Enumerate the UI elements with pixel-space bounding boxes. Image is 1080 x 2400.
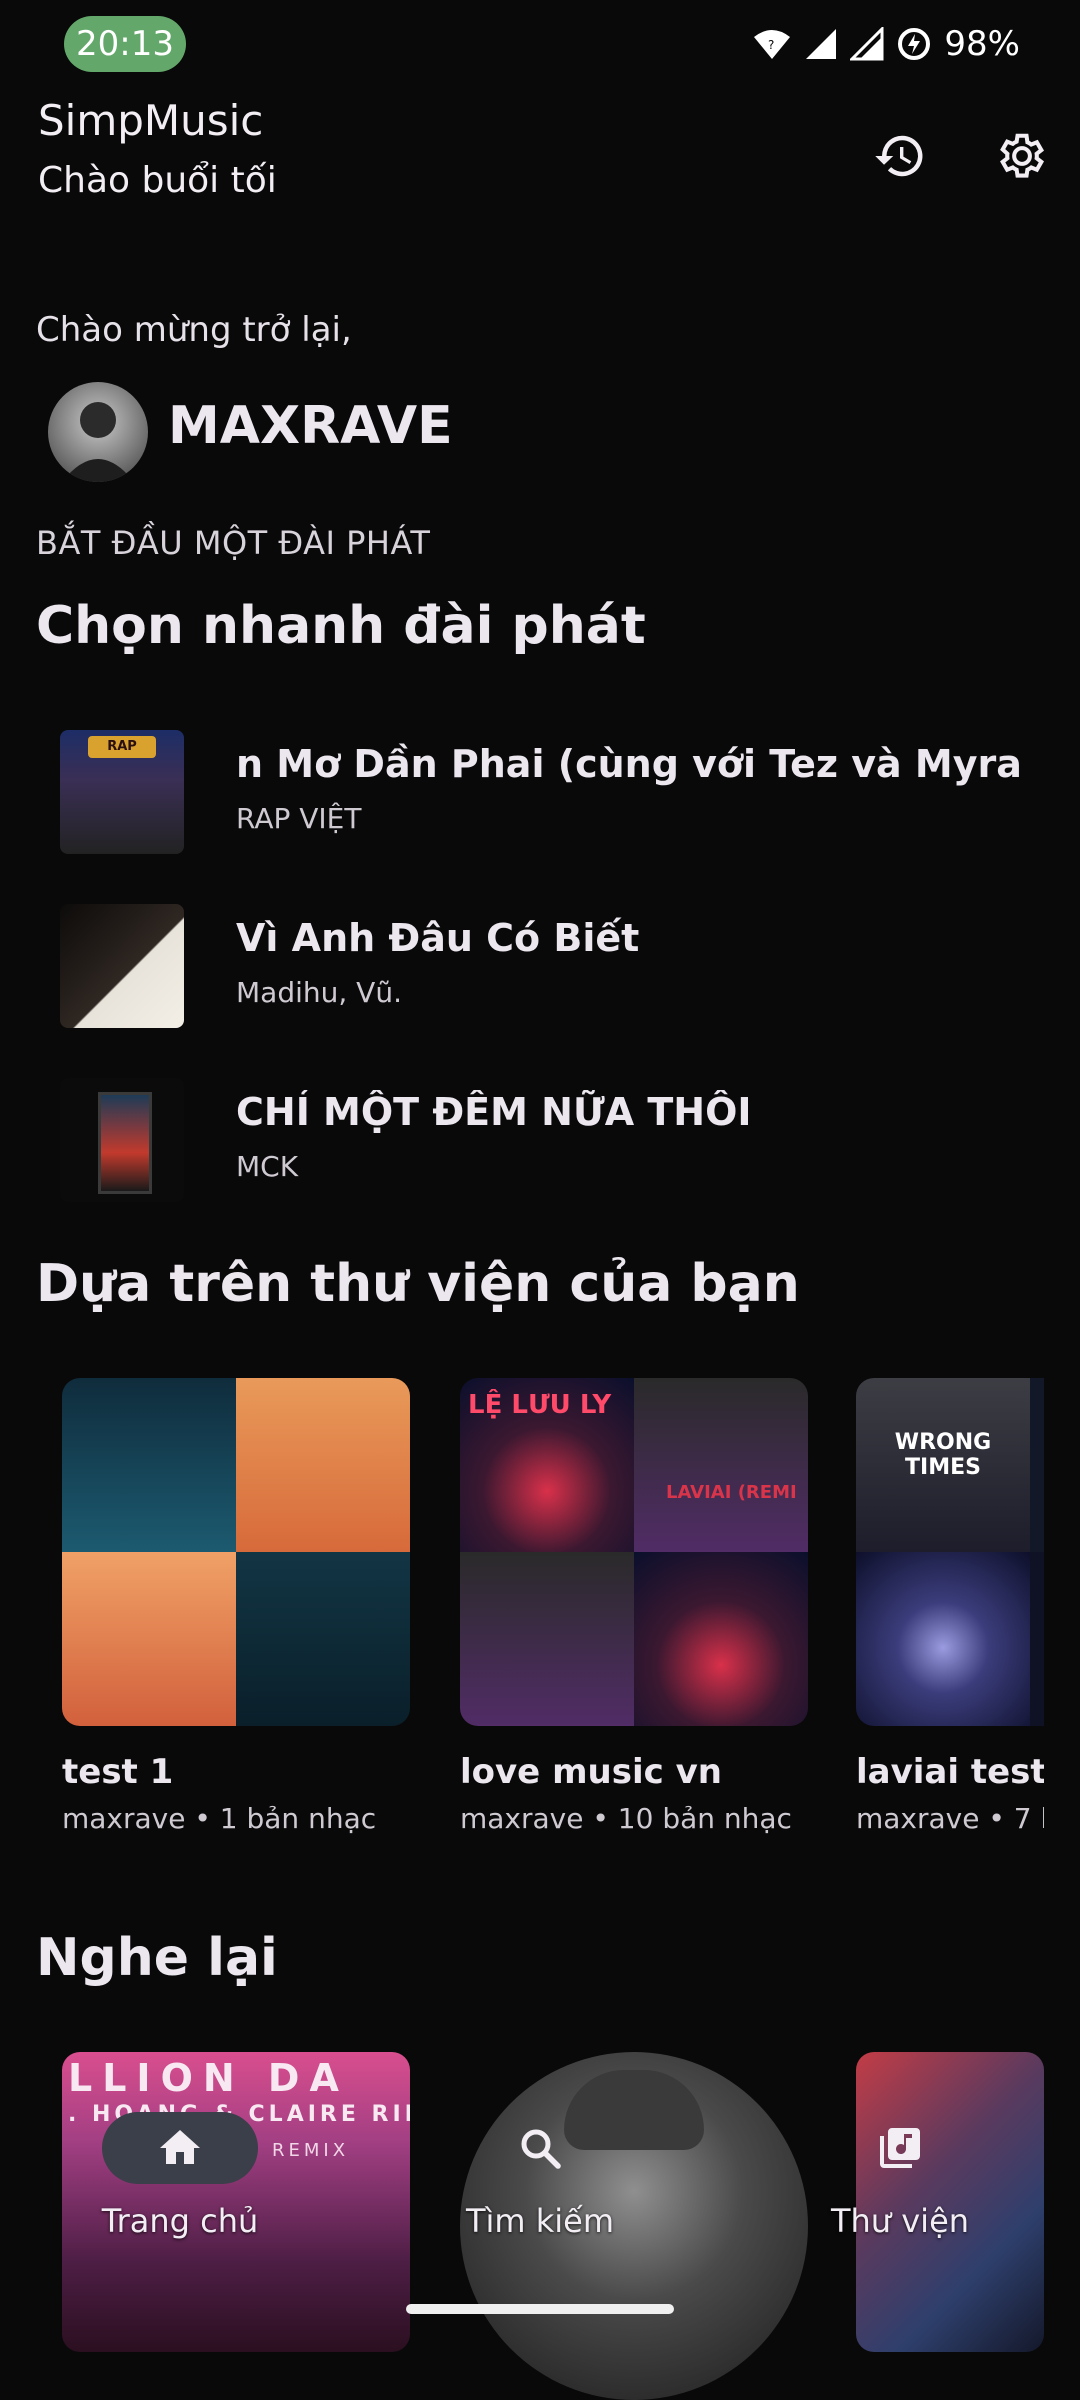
greeting-text: Chào buổi tối	[38, 160, 277, 201]
library-section-title: Dựa trên thư viện của bạn	[36, 1254, 800, 1314]
signal-icon-2	[850, 27, 884, 61]
battery-saver-icon	[896, 26, 932, 62]
svg-text:?: ?	[768, 38, 774, 52]
song-title: n Mơ Dần Phai (cùng với Tez và Myra Trần…	[236, 742, 1026, 786]
signal-icon	[804, 27, 838, 61]
playlist-cover	[62, 1378, 410, 1726]
quick-picks-title: Chọn nhanh đài phát	[36, 596, 646, 656]
playlist-subtitle: maxrave • 1 bản nhạc	[62, 1802, 377, 1835]
username: MAXRAVE	[168, 396, 453, 456]
nav-home[interactable]: Trang chủ	[50, 2052, 310, 2252]
song-thumbnail: RAP	[60, 730, 184, 854]
library-music-icon	[822, 2112, 978, 2184]
nav-library-label: Thư viện	[830, 2202, 970, 2240]
song-artist: Madihu, Vũ.	[236, 976, 402, 1009]
history-icon[interactable]	[872, 128, 928, 184]
nav-search[interactable]: Tìm kiếm	[410, 2052, 670, 2252]
listen-again-title: Nghe lại	[36, 1928, 278, 1988]
playlist-title: laviai test	[856, 1752, 1044, 1792]
playlist-card-clip: WRONG TIMES laviai test maxrave • 7 b	[856, 1378, 1044, 1878]
cover-text: LỆ LƯU LY	[468, 1390, 612, 1420]
quick-pick-item[interactable]: CHỈ MỘT ĐÊM NỮA THÔI MCK	[60, 1078, 1020, 1202]
app-title: SimpMusic	[38, 96, 264, 145]
playlist-card[interactable]: test 1 maxrave • 1 bản nhạc	[62, 1378, 410, 1835]
avatar[interactable]	[48, 382, 148, 482]
bottom-navigation: Trang chủ Tìm kiếm Thư viện	[0, 2052, 1080, 2340]
song-thumbnail	[60, 904, 184, 1028]
playlist-card[interactable]: LỆ LƯU LY LAVIAI (REMI love music vn max…	[460, 1378, 808, 1835]
cover-text: WRONG TIMES	[894, 1430, 992, 1480]
quick-pick-item[interactable]: RAP n Mơ Dần Phai (cùng với Tez và Myra …	[60, 730, 1026, 854]
quick-picks-kicker: BẮT ĐẦU MỘT ĐÀI PHÁT	[36, 524, 431, 562]
nav-home-label: Trang chủ	[101, 2202, 259, 2240]
search-icon	[462, 2112, 618, 2184]
nav-library[interactable]: Thư viện	[770, 2052, 1030, 2252]
nav-search-label: Tìm kiếm	[465, 2202, 615, 2240]
status-time: 20:13	[64, 16, 186, 72]
playlist-card[interactable]: WRONG TIMES laviai test maxrave • 7 b	[856, 1378, 1044, 1835]
cover-text: LAVIAI (REMI	[666, 1482, 797, 1503]
playlist-title: test 1	[62, 1752, 174, 1792]
welcome-text: Chào mừng trở lại,	[36, 310, 352, 350]
song-thumbnail	[60, 1078, 184, 1202]
status-icons: ? 98%	[752, 20, 1020, 68]
gear-icon[interactable]	[992, 128, 1048, 184]
gesture-bar[interactable]	[406, 2304, 674, 2314]
song-artist: RAP VIỆT	[236, 802, 362, 835]
song-artist: MCK	[236, 1150, 299, 1183]
wifi-icon: ?	[752, 27, 792, 61]
battery-level: 98%	[944, 24, 1020, 64]
playlist-subtitle: maxrave • 7 b	[856, 1802, 1044, 1835]
playlist-cover: WRONG TIMES	[856, 1378, 1044, 1726]
playlist-title: love music vn	[460, 1752, 722, 1792]
playlist-cover: LỆ LƯU LY LAVIAI (REMI	[460, 1378, 808, 1726]
quick-pick-item[interactable]: Vì Anh Đâu Có Biết Madihu, Vũ.	[60, 904, 1020, 1028]
playlist-subtitle: maxrave • 10 bản nhạc	[460, 1802, 792, 1835]
song-title: Vì Anh Đâu Có Biết	[236, 916, 640, 960]
home-icon	[102, 2112, 258, 2184]
song-title: CHỈ MỘT ĐÊM NỮA THÔI	[236, 1090, 752, 1134]
